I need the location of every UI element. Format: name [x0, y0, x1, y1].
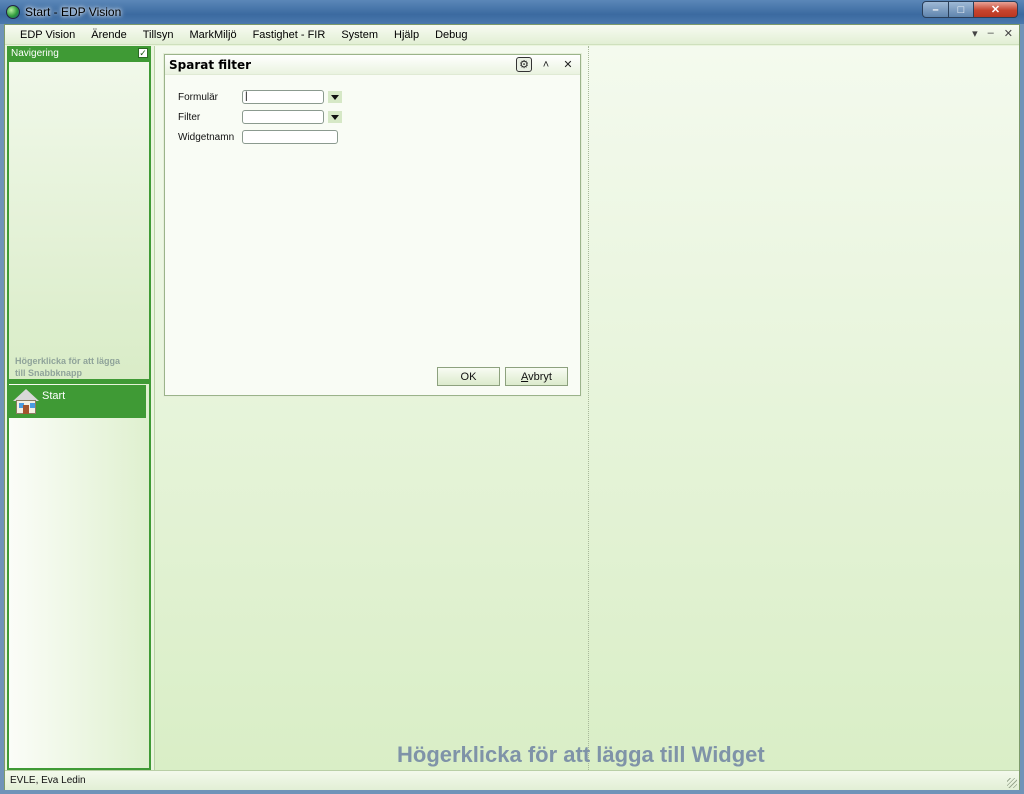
status-user: EVLE, Eva Ledin — [10, 775, 86, 786]
menu-bar: EDP Vision Ärende Tillsyn MarkMiljö Fast… — [5, 25, 1019, 45]
gear-icon: ⚙ — [519, 59, 529, 71]
widget-close-button[interactable]: ✕ — [560, 57, 576, 72]
chevron-up-icon: ˄ — [542, 58, 550, 71]
menu-debug[interactable]: Debug — [427, 25, 475, 45]
mdi-dropdown-icon[interactable]: ▾ — [972, 27, 978, 40]
filter-combobox[interactable] — [242, 110, 324, 124]
form-row-formular: Formulär | — [178, 90, 342, 104]
quick-button-start-label: Start — [42, 390, 66, 402]
app-logo-icon — [6, 5, 20, 19]
saved-filter-widget: Sparat filter ⚙ ˄ ✕ Formulär | Filter Wi… — [164, 54, 581, 396]
maximize-icon: □ — [957, 3, 965, 16]
menu-hjalp[interactable]: Hjälp — [386, 25, 427, 45]
menu-fastighet-fir[interactable]: Fastighet - FIR — [245, 25, 334, 45]
widget-title: Sparat filter — [169, 58, 252, 72]
menu-markmiljo[interactable]: MarkMiljö — [182, 25, 245, 45]
mdi-close-icon[interactable]: ✕ — [1004, 27, 1013, 40]
resize-grip-icon[interactable] — [1007, 778, 1017, 788]
ok-button[interactable]: OK — [437, 367, 500, 386]
cancel-button-label: Avbryt — [521, 370, 552, 383]
widgetnamn-label: Widgetnamn — [178, 131, 235, 143]
house-icon — [12, 388, 40, 416]
add-widget-hint: Högerklicka för att lägga till Widget — [397, 742, 765, 767]
formular-label: Formulär — [178, 91, 219, 103]
window-title-bar[interactable]: Start - EDP Vision – □ ✕ — [0, 0, 1024, 24]
close-icon: ✕ — [563, 59, 573, 71]
widget-settings-button[interactable]: ⚙ — [516, 57, 532, 72]
quick-button-start[interactable]: Start — [9, 385, 146, 418]
form-row-widgetnamn: Widgetnamn — [178, 130, 338, 144]
window-maximize-button[interactable]: □ — [949, 1, 974, 18]
close-icon: ✕ — [990, 4, 1001, 16]
chevron-down-icon — [331, 114, 339, 120]
form-row-filter: Filter — [178, 110, 342, 124]
app-frame: EDP Vision Ärende Tillsyn MarkMiljö Fast… — [4, 24, 1020, 790]
quick-buttons-area: Start — [9, 384, 149, 768]
navigation-panel: Navigering ✓ Högerklicka för att lägga t… — [7, 46, 151, 770]
navigation-tree-area[interactable]: Högerklicka för att lägga till Snabbknap… — [9, 62, 149, 379]
widget-workspace[interactable]: Sparat filter ⚙ ˄ ✕ Formulär | Filter Wi… — [154, 46, 1019, 770]
mdi-minimize-icon[interactable]: – — [988, 27, 994, 40]
menu-arende[interactable]: Ärende — [83, 25, 134, 45]
menu-edp-vision[interactable]: EDP Vision — [12, 25, 83, 45]
menu-system[interactable]: System — [333, 25, 386, 45]
mdi-controls: ▾ – ✕ — [972, 27, 1013, 40]
status-bar: EVLE, Eva Ledin — [5, 770, 1019, 790]
quick-button-hint: Högerklicka för att lägga till Snabbknap… — [15, 356, 121, 378]
ok-button-label: OK — [460, 370, 477, 383]
filter-label: Filter — [178, 111, 201, 123]
menu-tillsyn[interactable]: Tillsyn — [135, 25, 182, 45]
cancel-button[interactable]: Avbryt — [505, 367, 568, 386]
widget-controls: ⚙ ˄ ✕ — [516, 57, 576, 72]
filter-dropdown-button[interactable] — [328, 111, 342, 123]
navigation-title: Navigering — [11, 48, 59, 59]
navigation-checkbox[interactable]: ✓ — [138, 48, 148, 58]
window-minimize-button[interactable]: – — [922, 1, 949, 18]
column-divider[interactable] — [588, 46, 589, 770]
widget-collapse-button[interactable]: ˄ — [538, 57, 554, 72]
formular-combobox[interactable]: | — [242, 90, 324, 104]
formular-dropdown-button[interactable] — [328, 91, 342, 103]
window-close-button[interactable]: ✕ — [974, 1, 1018, 18]
widgetnamn-input[interactable] — [242, 130, 338, 144]
window-controls: – □ ✕ — [922, 1, 1018, 18]
chevron-down-icon — [331, 94, 339, 100]
navigation-header: Navigering ✓ — [7, 46, 151, 61]
window-title: Start - EDP Vision — [25, 5, 122, 19]
widget-header[interactable]: Sparat filter ⚙ ˄ ✕ — [165, 55, 580, 75]
minimize-icon: – — [932, 3, 939, 16]
